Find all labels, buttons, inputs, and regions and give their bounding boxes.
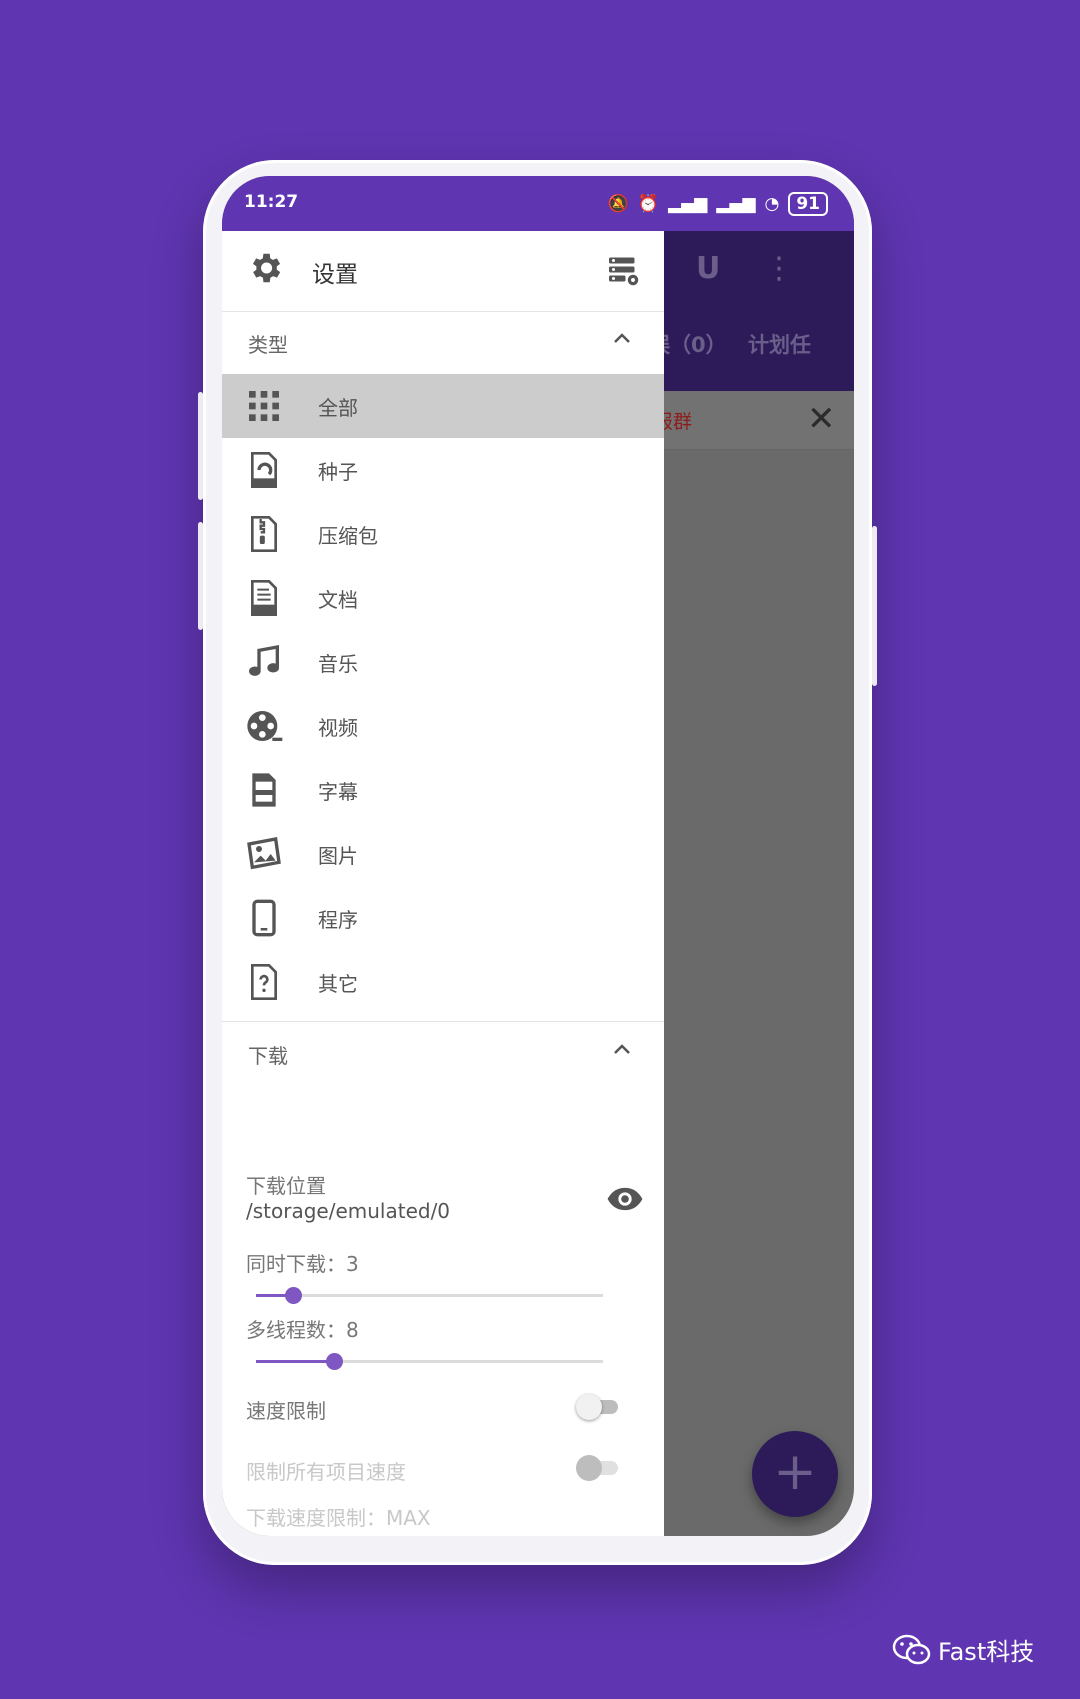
wifi-icon: ◔	[764, 194, 780, 214]
signal-hd-icon: ▂▄▆	[716, 194, 756, 214]
settings-title: 设置	[312, 262, 358, 288]
type-item-document[interactable]: 文档	[222, 566, 664, 630]
drawer-header[interactable]: 设置	[222, 231, 664, 312]
types-section-title: 类型	[248, 333, 288, 357]
gear-icon	[252, 253, 281, 283]
phone-screen: 11:27 🔕 ⏰ ▂▄▆ ▂▄▆ ◔ 91 🌐 U ⋮ 错误（0） 计划任 报…	[222, 176, 854, 1536]
type-item-label: 文档	[318, 588, 358, 612]
type-item-all[interactable]: 全部	[222, 374, 664, 438]
alarm-icon: ⏰	[637, 194, 660, 214]
chevron-up-icon	[614, 1044, 630, 1054]
phone-app-icon	[252, 899, 276, 937]
type-item-label: 字幕	[318, 780, 358, 804]
watermark: Fast科技	[892, 1632, 1034, 1667]
status-icons: 🔕 ⏰ ▂▄▆ ▂▄▆ ◔ 91	[608, 192, 828, 216]
doc-file-icon	[251, 580, 277, 616]
download-section-title: 下载	[248, 1044, 288, 1068]
phone-side-button	[198, 522, 203, 630]
type-item-label: 全部	[318, 396, 358, 420]
server-settings-icon[interactable]	[606, 253, 642, 289]
subtitle-file-icon	[252, 773, 276, 807]
navigation-drawer: 设置 类型 全部 种子 压缩包 文档 音乐 视频 字幕 图片 程序 其它 下载	[222, 231, 664, 1536]
type-item-label: 种子	[318, 460, 358, 484]
music-note-icon	[249, 645, 279, 676]
signal-hd-icon: ▂▄▆	[668, 194, 708, 214]
type-item-label: 视频	[318, 716, 358, 740]
type-item-label: 程序	[318, 908, 358, 932]
torrent-file-icon	[251, 452, 277, 488]
grid-icon	[249, 391, 279, 421]
bell-off-icon: 🔕	[607, 194, 629, 214]
type-item-archive[interactable]: 压缩包	[222, 502, 664, 566]
battery-icon: 91	[788, 192, 828, 216]
magnet-icon: U	[696, 251, 721, 286]
type-item-subtitle[interactable]: 字幕	[222, 758, 664, 822]
phone-frame: 11:27 🔕 ⏰ ▂▄▆ ▂▄▆ ◔ 91 🌐 U ⋮ 错误（0） 计划任 报…	[198, 160, 877, 1565]
type-item-video[interactable]: 视频	[222, 694, 664, 758]
watermark-text: Fast科技	[938, 1638, 1035, 1666]
close-icon: ✕	[807, 399, 836, 439]
type-item-program[interactable]: 程序	[222, 886, 664, 950]
type-item-other[interactable]: 其它	[222, 950, 664, 1014]
phone-side-button	[198, 392, 203, 500]
add-download-fab: +	[752, 1431, 838, 1517]
wechat-icon	[892, 1634, 931, 1664]
tab-scheduled: 计划任	[748, 333, 811, 357]
chevron-up-icon	[614, 333, 630, 343]
type-item-image[interactable]: 图片	[222, 822, 664, 886]
type-item-label: 图片	[318, 844, 358, 868]
status-bar: 11:27 🔕 ⏰ ▂▄▆ ▂▄▆ ◔ 91	[222, 176, 854, 231]
status-time: 11:27	[244, 192, 299, 212]
type-item-torrent[interactable]: 种子	[222, 438, 664, 502]
type-item-label: 压缩包	[318, 524, 378, 548]
types-section-header[interactable]: 类型	[222, 311, 664, 375]
type-item-music[interactable]: 音乐	[222, 630, 664, 694]
zip-file-icon	[251, 516, 277, 552]
phone-power-button	[872, 526, 877, 686]
image-icon	[247, 837, 281, 870]
type-item-label: 音乐	[318, 652, 358, 676]
more-vert-icon: ⋮	[764, 251, 794, 286]
unknown-file-icon	[251, 964, 277, 1000]
type-item-label: 其它	[318, 972, 358, 996]
film-reel-icon	[247, 711, 283, 741]
download-section-header[interactable]: 下载	[222, 1022, 664, 1086]
